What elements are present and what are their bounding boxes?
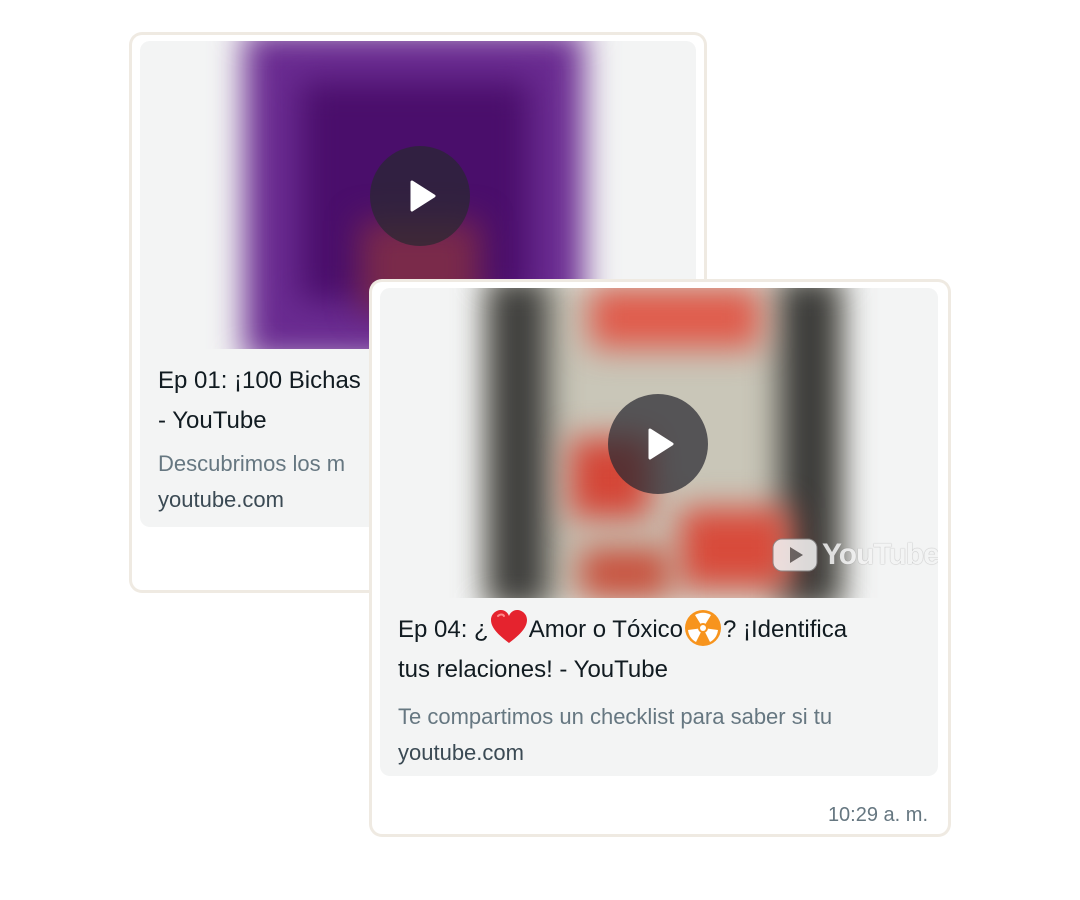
- link-title-2-suffix: ? ¡Identifica: [723, 616, 848, 643]
- chat-stage: Ep 01: ¡100 Bichas - YouTube Descubrimos…: [0, 0, 1080, 900]
- heart-emoji-icon: [490, 609, 527, 643]
- link-description-1: Descubrimos los m: [158, 451, 346, 476]
- play-button-2[interactable]: [608, 394, 708, 494]
- youtube-watermark-text: YouTube: [822, 538, 938, 571]
- play-icon: [648, 428, 674, 460]
- youtube-logo-icon: [772, 538, 818, 572]
- link-domain-2: youtube.com: [398, 740, 524, 765]
- play-button-1[interactable]: [370, 146, 470, 246]
- link-title-2-line2: tus relaciones! - YouTube: [398, 656, 668, 683]
- message-bubble-2: YouTube Ep 04: ¿ Amor o Tóxico ? ¡Identi…: [372, 282, 948, 834]
- youtube-watermark: YouTube: [772, 538, 938, 572]
- link-title-2-line1: Ep 04: ¿ Amor o Tóxico ? ¡Identifica: [398, 609, 928, 650]
- link-domain-1: youtube.com: [158, 487, 284, 512]
- play-icon: [410, 180, 436, 212]
- video-thumbnail-2[interactable]: YouTube: [380, 288, 938, 598]
- link-title-2[interactable]: Ep 04: ¿ Amor o Tóxico ? ¡Identifica tus…: [398, 609, 928, 690]
- link-description-2: Te compartimos un checklist para saber s…: [398, 704, 833, 729]
- link-title-2-middle: Amor o Tóxico: [528, 616, 683, 643]
- link-preview-card-2[interactable]: YouTube Ep 04: ¿ Amor o Tóxico ? ¡Identi…: [380, 288, 938, 776]
- link-title-2-prefix: Ep 04: ¿: [398, 616, 489, 643]
- message-timestamp: 10:29 a. m.: [827, 804, 928, 826]
- radioactive-emoji-icon: [685, 609, 721, 646]
